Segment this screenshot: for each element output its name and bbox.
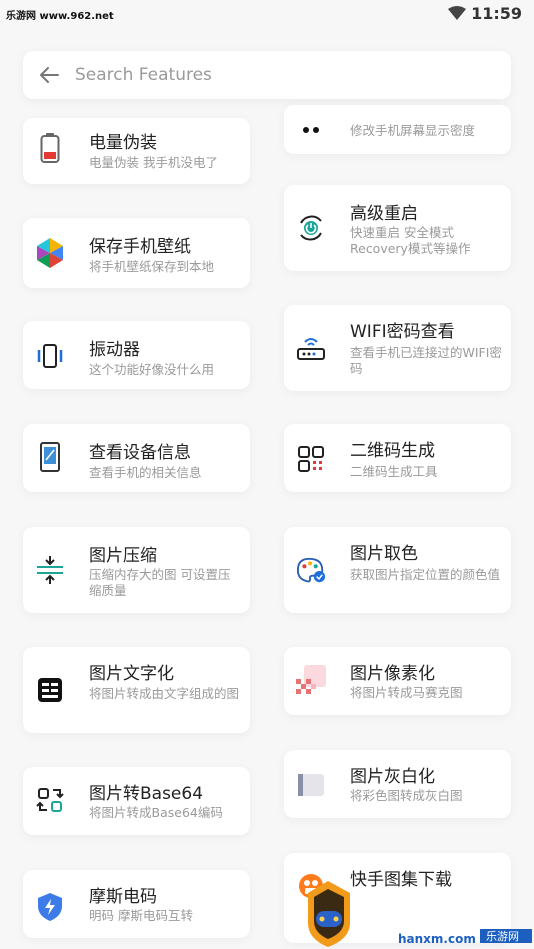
search-bar[interactable]: Search Features — [23, 51, 511, 99]
wallpaper-pinwheel-icon — [35, 238, 65, 268]
feature-card-grayscale[interactable]: 图片灰白化 将彩色图转成灰白图 — [284, 750, 511, 818]
wifi-icon — [448, 6, 466, 20]
site-logo-watermark: 西美手游网 乐游网 hanxm.com — [302, 871, 534, 949]
feature-desc: 查看手机已连接过的WIFI密码 — [350, 345, 502, 376]
battery-low-icon — [35, 133, 65, 163]
feature-desc: 压缩内存大的图 可设置压缩质量 — [89, 567, 231, 598]
site-watermark: 乐游网 www.962.net — [6, 11, 114, 22]
compress-icon — [35, 555, 65, 585]
shield-bolt-icon — [35, 892, 65, 922]
site-logo-sub: 乐游网 — [486, 930, 519, 943]
feature-card-qr-generate[interactable]: 二维码生成 二维码生成工具 — [284, 424, 511, 492]
back-arrow-icon — [40, 67, 59, 83]
qr-code-icon — [296, 444, 326, 474]
feature-title: WIFI密码查看 — [350, 322, 455, 342]
search-input[interactable]: Search Features — [75, 65, 212, 85]
feature-card-screen-density[interactable]: 修改手机屏幕显示密度 — [284, 105, 511, 154]
grayscale-icon — [296, 770, 326, 800]
feature-card-wifi-password[interactable]: WIFI密码查看 查看手机已连接过的WIFI密码 — [284, 305, 511, 391]
site-logo-url: hanxm.com — [398, 932, 476, 946]
feature-title: 图片灰白化 — [350, 767, 435, 787]
feature-title: 查看设备信息 — [89, 443, 191, 463]
feature-desc: 修改手机屏幕显示密度 — [350, 123, 476, 138]
feature-desc: 这个功能好像没什么用 — [89, 362, 215, 377]
feature-title: 图片像素化 — [350, 664, 435, 684]
feature-card-advanced-reboot[interactable]: 高级重启 快速重启 安全模式 Recovery模式等操作 — [284, 185, 511, 271]
back-button[interactable] — [23, 51, 75, 99]
feature-title: 图片压缩 — [89, 546, 157, 566]
router-icon — [296, 333, 326, 363]
feature-card-image-to-base64[interactable]: 图片转Base64 将图片转成Base64编码 — [23, 767, 250, 835]
feature-card-battery-disguise[interactable]: 电量伪装 电量伪装 我手机没电了 — [23, 118, 250, 184]
feature-desc: 将图片转成Base64编码 — [89, 805, 223, 820]
feature-card-morse-code[interactable]: 摩斯电码 明码 摩斯电码互转 — [23, 870, 250, 938]
feature-desc: 获取图片指定位置的颜色值 — [350, 567, 501, 582]
feature-card-pixelate[interactable]: 图片像素化 将图片转成马赛克图 — [284, 647, 511, 715]
palette-icon — [296, 555, 326, 585]
feature-title: 振动器 — [89, 340, 140, 360]
feature-title: 摩斯电码 — [89, 887, 157, 907]
feature-desc: 电量伪装 我手机没电了 — [89, 155, 218, 170]
mosaic-icon — [296, 665, 326, 695]
feature-title: 图片转Base64 — [89, 784, 204, 804]
feature-card-device-info[interactable]: 查看设备信息 查看手机的相关信息 — [23, 424, 250, 492]
feature-desc: 二维码生成工具 — [350, 464, 438, 479]
status-time: 11:59 — [471, 4, 522, 23]
feature-card-vibrator[interactable]: 振动器 这个功能好像没什么用 — [23, 321, 250, 389]
feature-card-image-to-text[interactable]: 图片文字化 将图片转成由文字组成的图 — [23, 647, 250, 733]
feature-title: 保存手机壁纸 — [89, 237, 191, 257]
feature-desc: 明码 摩斯电码互转 — [89, 908, 193, 923]
feature-title: 二维码生成 — [350, 441, 435, 461]
reboot-power-icon — [296, 213, 326, 243]
feature-desc: 将彩色图转成灰白图 — [350, 788, 463, 803]
feature-card-color-picker[interactable]: 图片取色 获取图片指定位置的颜色值 — [284, 527, 511, 613]
feature-card-save-wallpaper[interactable]: 保存手机壁纸 将手机壁纸保存到本地 — [23, 218, 250, 288]
feature-card-image-compress[interactable]: 图片压缩 压缩内存大的图 可设置压缩质量 — [23, 527, 250, 613]
dots-icon — [296, 115, 326, 145]
feature-title: 高级重启 — [350, 204, 418, 224]
feature-title: 电量伪装 — [89, 133, 157, 153]
vibrate-icon — [35, 341, 65, 371]
convert-icon — [35, 785, 65, 815]
text-grid-icon — [35, 675, 65, 705]
phone-info-icon — [35, 442, 65, 472]
feature-desc: 快速重启 安全模式 Recovery模式等操作 — [350, 225, 471, 256]
site-logo-name: 西美手游网 — [362, 896, 512, 931]
feature-desc: 将手机壁纸保存到本地 — [89, 259, 215, 274]
feature-desc: 查看手机的相关信息 — [89, 465, 202, 480]
feature-title: 图片取色 — [350, 544, 418, 564]
feature-title: 图片文字化 — [89, 664, 174, 684]
feature-desc: 将图片转成由文字组成的图 — [89, 686, 240, 701]
feature-desc: 将图片转成马赛克图 — [350, 685, 463, 700]
